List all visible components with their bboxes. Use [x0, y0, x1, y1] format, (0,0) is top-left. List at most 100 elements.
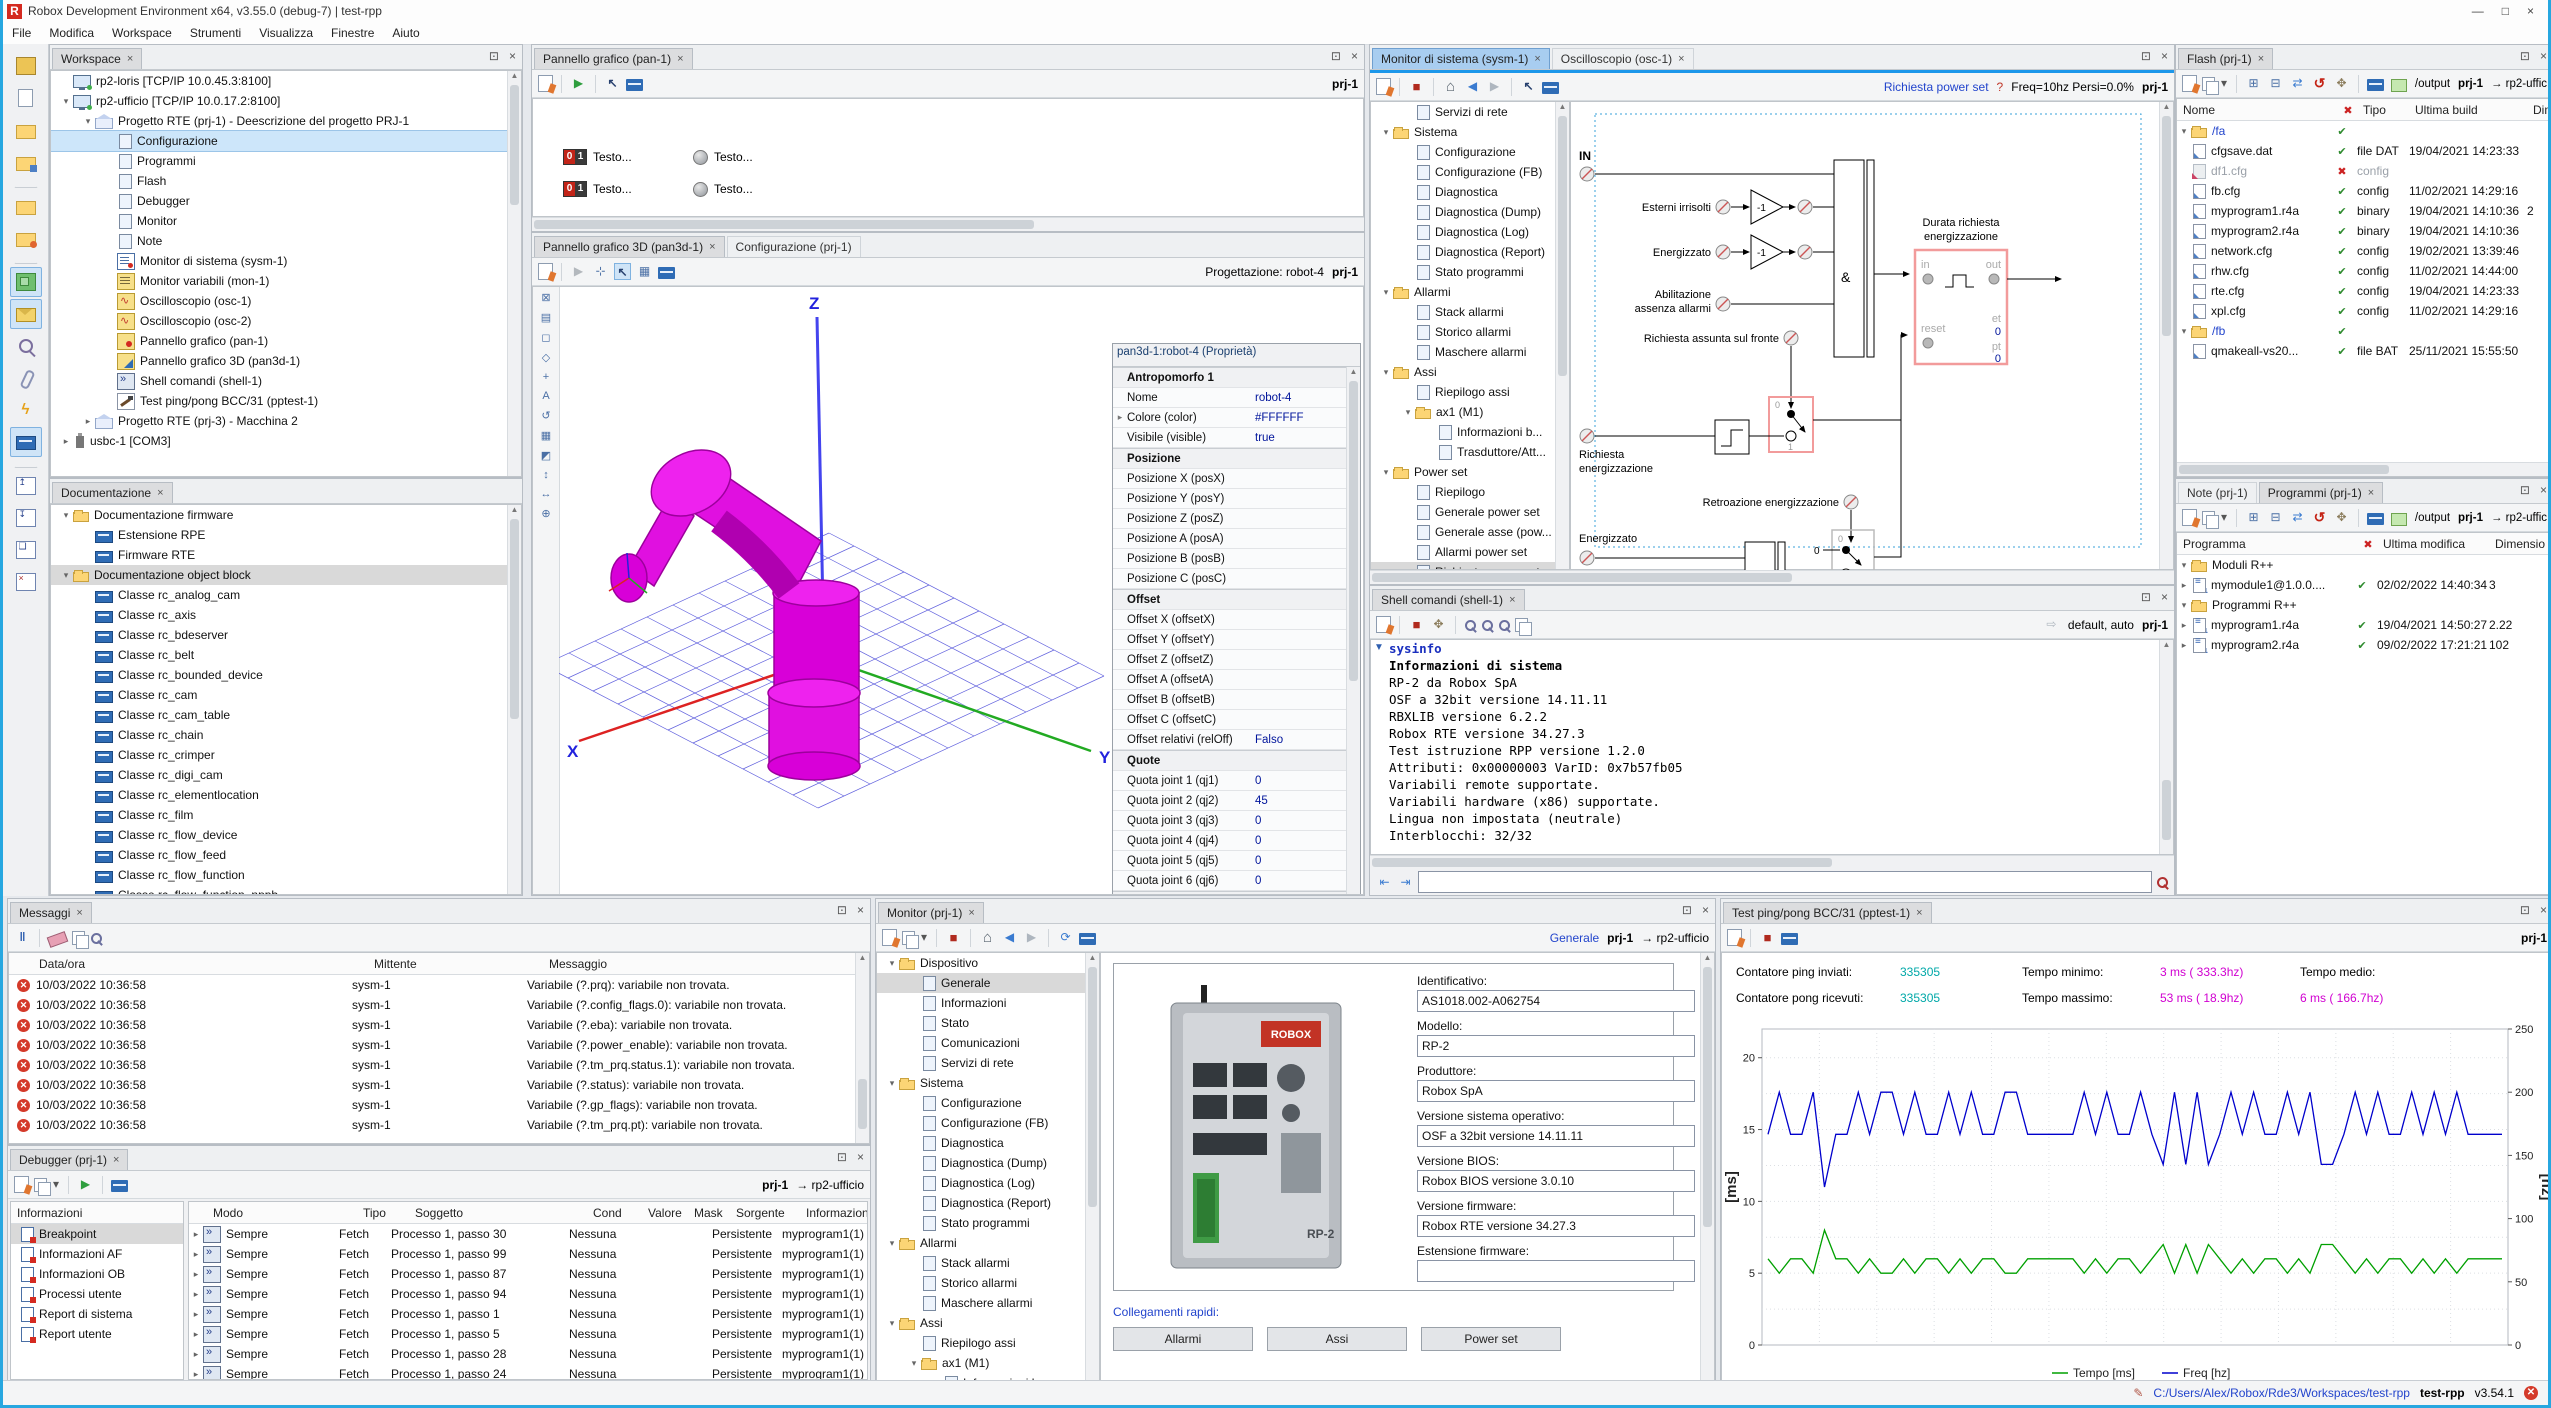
documentation-tree-item[interactable]: Classe rc_elementlocation: [51, 785, 521, 805]
property-row[interactable]: Posizione B (posB): [1113, 549, 1347, 569]
device-field-value[interactable]: [1417, 1080, 1695, 1102]
system-monitor-tree-scrollbar[interactable]: ▲: [1555, 102, 1569, 569]
help-book-icon[interactable]: [1542, 82, 1559, 94]
tab-shell-comandi[interactable]: Shell comandi (shell-1)×: [1372, 589, 1525, 610]
close-panel-icon[interactable]: ×: [2540, 903, 2547, 917]
property-row[interactable]: Quote: [1113, 750, 1347, 771]
monitor-tree-item[interactable]: Servizi di rete: [877, 1053, 1099, 1073]
col-mittente[interactable]: Mittente: [374, 957, 549, 971]
property-row[interactable]: Quota joint 6 (qj6)0: [1113, 871, 1347, 891]
build-all-icon[interactable]: ⊞: [2245, 509, 2262, 526]
scene-tool-icon[interactable]: ↔: [541, 488, 552, 500]
page-link[interactable]: Richiesta power set: [1884, 80, 1989, 94]
page-link[interactable]: Generale: [1550, 931, 1599, 945]
shell-command-input[interactable]: [1418, 871, 2152, 893]
copy-page-icon[interactable]: [72, 931, 85, 945]
close-tab-icon[interactable]: ×: [113, 1154, 119, 1166]
prompt-mode-icon[interactable]: ⇨: [2043, 616, 2060, 633]
help-book-icon[interactable]: [658, 267, 675, 279]
property-row[interactable]: Offset Y (offsetY): [1113, 630, 1347, 650]
workspace-tree-item[interactable]: Debugger: [51, 191, 521, 211]
monitor-tree-item[interactable]: Diagnostica (Report): [877, 1193, 1099, 1213]
minimize-button[interactable]: —: [2472, 4, 2484, 18]
flash-file-row[interactable]: ▾/fb: [2177, 321, 2551, 341]
workspace-tree-item[interactable]: Monitor di sistema (sysm-1): [51, 251, 521, 271]
debugger-info-item[interactable]: Informazioni AF: [11, 1244, 183, 1264]
flash-icon[interactable]: [10, 395, 42, 425]
message-row[interactable]: ✕10/03/2022 10:36:58 sysm-1 Variabile (?…: [9, 1075, 869, 1095]
property-row[interactable]: Offset quote: [1113, 891, 1347, 895]
close-tab-icon[interactable]: ×: [2368, 487, 2374, 499]
tab-pannello-grafico[interactable]: Pannello grafico (pan-1)×: [534, 48, 693, 69]
property-row[interactable]: Offset A (offsetA): [1113, 670, 1347, 690]
search-command-icon[interactable]: [2156, 876, 2168, 888]
documentation-tree-item[interactable]: Classe rc_flow_function_nppb: [51, 885, 521, 895]
package-icon[interactable]: [10, 51, 42, 81]
system-monitor-hscrollbar[interactable]: [1370, 570, 2174, 584]
stop-icon[interactable]: ■: [1408, 616, 1425, 633]
monitor-tree-item[interactable]: Configurazione: [877, 1093, 1099, 1113]
flash-file-row[interactable]: network.cfg config 19/02/2021 13:39:46: [2177, 241, 2551, 261]
monitor-tree-item[interactable]: Stato: [877, 1013, 1099, 1033]
monitor-tree-item[interactable]: ▾Sistema: [877, 1073, 1099, 1093]
property-row[interactable]: Posizione Z (posZ): [1113, 509, 1347, 529]
reset-icon[interactable]: ↺: [2311, 509, 2328, 526]
documentation-tree-item[interactable]: Firmware RTE: [51, 545, 521, 565]
zoom-icon[interactable]: [1464, 619, 1476, 631]
quick-link-button[interactable]: Allarmi: [1113, 1327, 1253, 1351]
system-monitor-tree-item[interactable]: Generale power set: [1371, 502, 1569, 522]
close-panel-icon[interactable]: ×: [857, 903, 864, 917]
flash-file-row[interactable]: myprogram2.r4a binary 19/04/2021 14:10:3…: [2177, 221, 2551, 241]
monitor-tree-item[interactable]: Stato programmi: [877, 1213, 1099, 1233]
property-row[interactable]: Antropomorfo 1: [1113, 367, 1347, 388]
breakpoint-row[interactable]: ▸Sempre Fetch Processo 1, passo 99 Nessu…: [189, 1244, 867, 1264]
breakpoint-row[interactable]: ▸Sempre Fetch Processo 1, passo 28 Nessu…: [189, 1344, 867, 1364]
build-changed-icon[interactable]: ⊟: [2267, 75, 2284, 92]
monitor-tree-item[interactable]: Storico allarmi: [877, 1273, 1099, 1293]
tab-monitor[interactable]: Monitor (prj-1)×: [878, 902, 984, 923]
message-row[interactable]: ✕10/03/2022 10:36:58 sysm-1 Variabile (?…: [9, 1035, 869, 1055]
collapse-output-icon[interactable]: ▼: [1374, 642, 1384, 653]
col-soggetto[interactable]: Soggetto: [415, 1206, 593, 1220]
col-ultima-build[interactable]: Ultima build: [2415, 103, 2533, 117]
close-panel-icon[interactable]: ×: [2161, 49, 2168, 63]
system-monitor-tree-item[interactable]: Diagnostica (Log): [1371, 222, 1569, 242]
history-prev-icon[interactable]: ⇤: [1376, 874, 1393, 891]
monitor-tree-item[interactable]: ▾Assi: [877, 1313, 1099, 1333]
property-row[interactable]: Quota joint 3 (qj3)0: [1113, 811, 1347, 831]
documentation-tree-item[interactable]: Classe rc_bdeserver: [51, 625, 521, 645]
flash-file-row[interactable]: rte.cfg config 19/04/2021 14:23:33: [2177, 281, 2551, 301]
property-row[interactable]: Quota joint 2 (qj2)45: [1113, 791, 1347, 811]
copy-icon[interactable]: [2202, 77, 2215, 91]
properties-icon[interactable]: [538, 263, 553, 280]
maximize-button[interactable]: □: [2502, 4, 2509, 18]
close-tab-icon[interactable]: ×: [1678, 53, 1684, 65]
program-row[interactable]: ▾Programmi R++: [2177, 595, 2551, 615]
move-view-icon[interactable]: ⊹: [592, 263, 609, 280]
property-row[interactable]: Offset B (offsetB): [1113, 690, 1347, 710]
workspace-tree-item[interactable]: rp2-loris [TCP/IP 10.0.45.3:8100]: [51, 71, 521, 91]
workspace-tree-item[interactable]: Test ping/pong BCC/31 (pptest-1): [51, 391, 521, 411]
scroll-lock-icon[interactable]: ✥: [1430, 616, 1447, 633]
dropdown-caret-icon[interactable]: ▾: [920, 929, 928, 946]
system-monitor-tree-item[interactable]: Stato programmi: [1371, 262, 1569, 282]
system-monitor-tree-item[interactable]: Richiesta power set: [1371, 562, 1569, 570]
workspace-scrollbar[interactable]: ▲: [507, 71, 521, 476]
property-row[interactable]: Quota joint 1 (qj1)0: [1113, 771, 1347, 791]
documentation-tree-item[interactable]: Estensione RPE: [51, 525, 521, 545]
monitor-tree-item[interactable]: Diagnostica (Dump): [877, 1153, 1099, 1173]
property-row[interactable]: Posizione A (posA): [1113, 529, 1347, 549]
refresh-icon[interactable]: ⟳: [1057, 929, 1074, 946]
documentation-tree-item[interactable]: Classe rc_flow_feed: [51, 845, 521, 865]
device-field-value[interactable]: [1417, 990, 1695, 1012]
debugger-info-item[interactable]: Report utente: [11, 1324, 183, 1344]
system-monitor-tree-item[interactable]: Storico allarmi: [1371, 322, 1569, 342]
menu-item[interactable]: Workspace: [103, 23, 181, 43]
system-monitor-tree-item[interactable]: ▾Sistema: [1371, 122, 1569, 142]
close-panel-icon[interactable]: ×: [2161, 590, 2168, 604]
scene-3d[interactable]: ⊠▤◻◇+A↺▦◩↕↔⊕ X Y Z: [532, 286, 1364, 895]
folder-info-icon[interactable]: [10, 223, 42, 253]
workspace-tree-item[interactable]: Shell comandi (shell-1): [51, 371, 521, 391]
property-row[interactable]: Offset X (offsetX): [1113, 610, 1347, 630]
documentation-tree-item[interactable]: Classe rc_bounded_device: [51, 665, 521, 685]
